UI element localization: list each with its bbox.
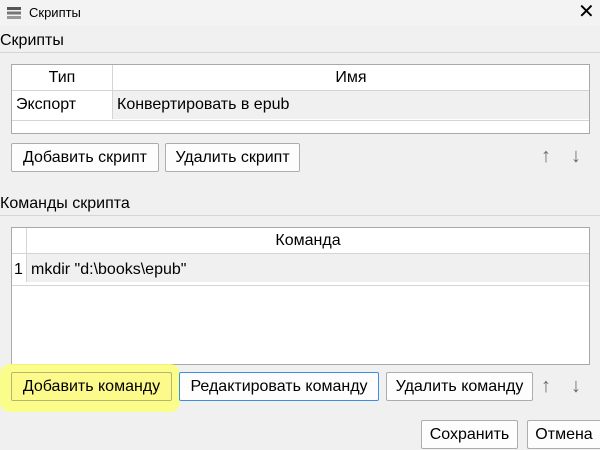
close-icon[interactable]: ✕	[578, 0, 595, 25]
title-bar: Скрипты ✕	[0, 0, 600, 26]
column-header-type[interactable]: Тип	[12, 65, 113, 91]
move-script-down-icon[interactable]: ↓	[571, 146, 581, 166]
move-command-up-icon[interactable]: ↑	[541, 376, 551, 396]
script-type-cell: Экспорт	[12, 91, 113, 119]
column-header-name[interactable]: Имя	[113, 65, 589, 91]
row-number-header	[12, 228, 27, 254]
scripts-group-divider	[0, 52, 600, 55]
column-header-command[interactable]: Команда	[27, 228, 589, 254]
edit-command-button[interactable]: Редактировать команду	[179, 372, 379, 401]
scripts-group-label: Скрипты	[0, 32, 64, 49]
table-row[interactable]: 1 mkdir "d:\books\epub"	[12, 254, 589, 286]
commands-group-label: Команды скрипта	[0, 195, 130, 212]
add-script-button[interactable]: Добавить скрипт	[11, 143, 159, 172]
window-title: Скрипты	[29, 5, 81, 20]
app-icon	[7, 7, 21, 19]
commands-table: Команда 1 mkdir "d:\books\epub"	[11, 227, 590, 365]
command-cell: mkdir "d:\books\epub"	[27, 254, 589, 282]
script-name-cell: Конвертировать в epub	[113, 91, 589, 119]
move-script-up-icon[interactable]: ↑	[541, 146, 551, 166]
table-row[interactable]: Экспорт Конвертировать в epub	[12, 91, 589, 121]
commands-group-divider	[0, 215, 600, 218]
save-button[interactable]: Сохранить	[421, 420, 518, 449]
add-command-button[interactable]: Добавить команду	[11, 372, 172, 401]
remove-script-button[interactable]: Удалить скрипт	[165, 143, 300, 172]
cancel-button[interactable]: Отмена	[527, 420, 600, 449]
scripts-table: Тип Имя Экспорт Конвертировать в epub	[11, 64, 590, 134]
row-number: 1	[12, 254, 27, 282]
remove-command-button[interactable]: Удалить команду	[386, 372, 533, 401]
move-command-down-icon[interactable]: ↓	[571, 376, 581, 396]
